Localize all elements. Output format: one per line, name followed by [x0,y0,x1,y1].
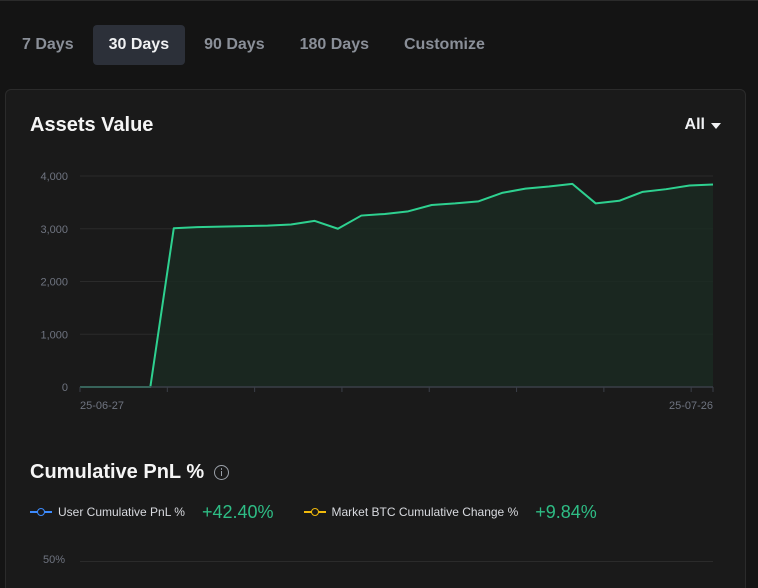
legend-market-btc[interactable]: Market BTC Cumulative Change % [303,505,519,519]
pnl-gridline [80,561,713,562]
asset-filter-dropdown[interactable]: All [685,116,721,134]
y-tick-label: 2,000 [40,277,68,289]
market-btc-label: Market BTC Cumulative Change % [331,505,519,519]
tab-7-days[interactable]: 7 Days [6,25,90,65]
pnl-legend: User Cumulative PnL % +42.40% Market BTC… [30,500,627,524]
tab-180-days[interactable]: 180 Days [284,25,385,65]
time-range-tabs: 7 Days 30 Days 90 Days 180 Days Customiz… [6,25,504,65]
user-pnl-value: +42.40% [201,501,274,522]
y-tick-label: 3,000 [40,224,68,236]
caret-down-icon [711,122,721,129]
y-tick-label: 1,000 [40,329,68,341]
cumulative-pnl-title: Cumulative PnL % [30,461,205,483]
info-icon[interactable] [214,465,230,480]
assets-value-title: Assets Value [30,114,154,136]
tab-30-days[interactable]: 30 Days [92,25,186,65]
x-tick-label-end: 25-07-26 [669,400,713,412]
asset-filter-label: All [684,116,705,133]
market-btc-swatch [303,507,326,517]
legend-user-pnl[interactable]: User Cumulative PnL % [30,505,185,519]
pnl-y-tick-label: 50% [43,554,66,566]
user-pnl-label: User Cumulative PnL % [58,505,185,519]
cumulative-pnl-section: Cumulative PnL % [30,461,230,484]
y-tick-label: 0 [62,382,68,394]
top-divider [0,0,758,1]
area-fill [80,183,713,387]
assets-value-chart: 0 1,000 2,000 3,000 4,000 25-06-27 25-07-26 [40,171,714,412]
x-tick-label-start: 25-06-27 [80,400,124,412]
y-tick-label: 4,000 [40,171,68,183]
tab-customize[interactable]: Customize [388,25,501,65]
user-pnl-swatch [30,507,52,517]
market-btc-value: +9.84% [535,501,597,522]
tab-90-days[interactable]: 90 Days [188,25,281,65]
